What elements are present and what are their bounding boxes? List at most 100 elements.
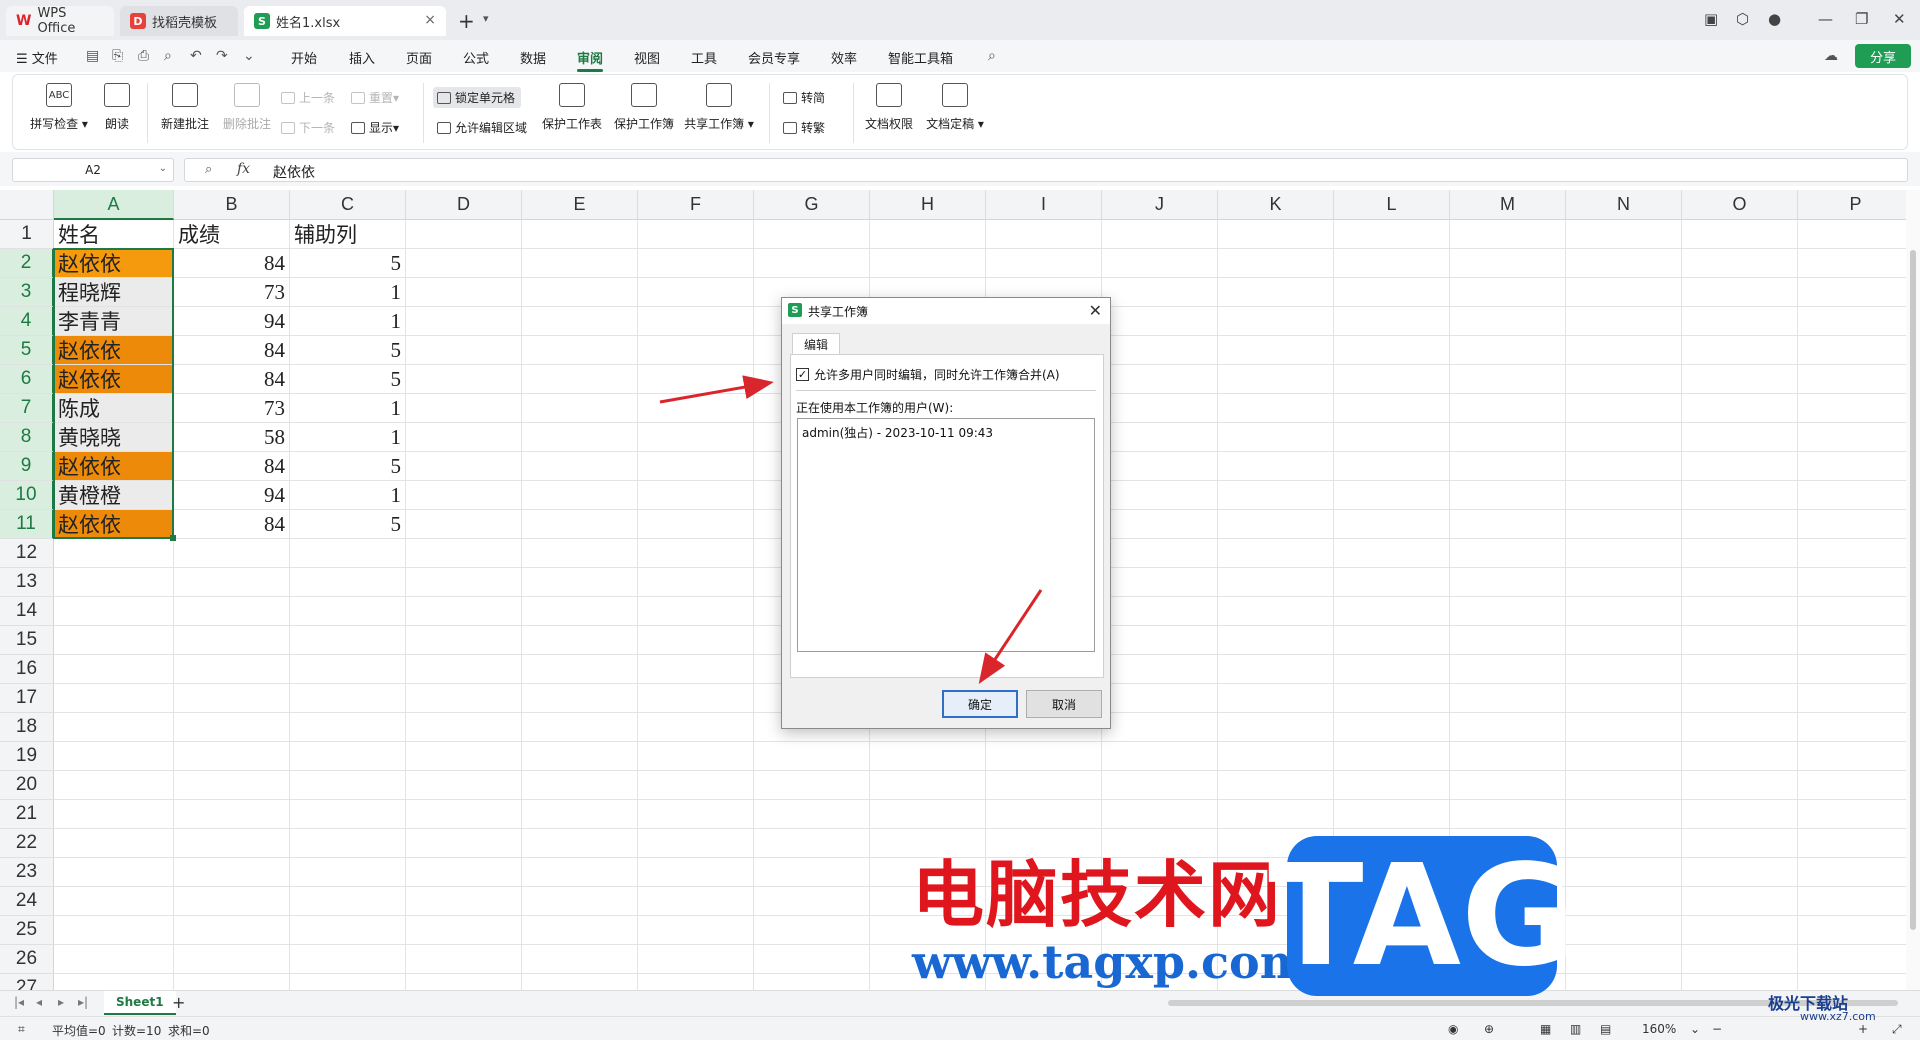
table-cell-aux[interactable]: 5 [290,336,405,364]
column-header-c[interactable]: C [290,190,406,220]
locate-icon[interactable]: ⊕ [1484,1022,1494,1036]
doc-finalize-button[interactable]: 文档定稿 ▾ [923,83,987,132]
row-header-12[interactable]: 12 [0,539,54,568]
table-cell-name[interactable]: 赵依依 [54,365,173,393]
eye-icon[interactable]: ◉ [1448,1022,1458,1036]
row-header-20[interactable]: 20 [0,771,54,800]
column-header-f[interactable]: F [638,190,754,220]
tab-wps-office[interactable]: W WPS Office [6,6,114,36]
vertical-scrollbar[interactable] [1906,190,1920,990]
chevron-down-icon[interactable]: ▾ [483,12,489,25]
table-cell-aux[interactable]: 5 [290,365,405,393]
column-header-l[interactable]: L [1334,190,1450,220]
row-header-13[interactable]: 13 [0,568,54,597]
row-header-18[interactable]: 18 [0,713,54,742]
next-sheet-icon[interactable]: ▸ [58,995,64,1009]
menu-member[interactable]: 会员专享 [748,48,800,67]
table-cell-score[interactable]: 84 [174,336,289,364]
table-cell-aux[interactable]: 5 [290,510,405,538]
cloud-icon[interactable]: ☁ [1824,48,1838,64]
table-cell-aux[interactable]: 5 [290,249,405,277]
row-header-2[interactable]: 2 [0,249,54,278]
first-sheet-icon[interactable]: |◂ [14,995,24,1009]
column-header-o[interactable]: O [1682,190,1798,220]
checkbox-checked-icon[interactable]: ✓ [796,368,809,381]
column-header-n[interactable]: N [1566,190,1682,220]
table-cell-score[interactable]: 84 [174,452,289,480]
row-header-7[interactable]: 7 [0,394,54,423]
menu-data[interactable]: 数据 [520,48,546,67]
layout-icon[interactable]: ▣ [1704,10,1718,28]
close-window-icon[interactable]: ✕ [1893,10,1906,28]
row-header-10[interactable]: 10 [0,481,54,510]
table-cell-name[interactable]: 李青青 [54,307,173,335]
table-cell-name[interactable]: 黄橙橙 [54,481,173,509]
protect-workbook-button[interactable]: 保护工作簿 [613,83,675,132]
print-icon[interactable]: ⎙ [138,48,149,64]
row-header-1[interactable]: 1 [0,220,54,249]
table-cell-aux[interactable]: 1 [290,307,405,335]
lock-cell-button[interactable]: 锁定单元格 [433,87,522,108]
table-cell-name[interactable]: 赵依依 [54,452,173,480]
table-cell-score[interactable]: 73 [174,394,289,422]
print-preview-icon[interactable]: ⌕ [164,48,172,64]
row-header-11[interactable]: 11 [0,510,54,539]
users-list[interactable]: admin(独占) - 2023-10-11 09:43 [797,418,1095,652]
table-cell-score[interactable]: 94 [174,307,289,335]
chevron-down-icon[interactable]: ⌄ [159,163,167,174]
table-cell-name[interactable]: 赵依依 [54,249,173,277]
new-tab-button[interactable]: + [458,9,475,33]
row-header-17[interactable]: 17 [0,684,54,713]
allow-edit-range-button[interactable]: 允许编辑区域 [437,119,527,136]
to-simplified-button[interactable]: 转简 [783,89,825,106]
tab-file[interactable]: S 姓名1.xlsx × [244,6,446,36]
menu-view[interactable]: 视图 [634,48,660,67]
menu-smart-toolbox[interactable]: 智能工具箱 [888,48,953,67]
table-cell-score[interactable]: 58 [174,423,289,451]
column-header-g[interactable]: G [754,190,870,220]
menu-home[interactable]: 开始 [291,48,317,67]
zoom-level[interactable]: 160% [1642,1022,1676,1036]
export-icon[interactable]: ⎘ [112,48,123,64]
show-comment-button[interactable]: 显示 ▾ [351,119,399,136]
header-cell[interactable]: 辅助列 [290,220,405,248]
column-header-d[interactable]: D [406,190,522,220]
protect-sheet-button[interactable]: 保护工作表 [541,83,603,132]
row-header-19[interactable]: 19 [0,742,54,771]
prev-comment-button[interactable]: 上一条 [281,89,335,106]
column-header-m[interactable]: M [1450,190,1566,220]
table-cell-score[interactable]: 73 [174,278,289,306]
row-header-25[interactable]: 25 [0,916,54,945]
allow-multi-user-checkbox[interactable]: ✓ 允许多用户同时编辑，同时允许工作簿合并(A) [796,366,1060,383]
to-traditional-button[interactable]: 转繁 [783,119,825,136]
last-sheet-icon[interactable]: ▸| [78,995,88,1009]
page-layout-icon[interactable]: ▥ [1570,1022,1581,1036]
table-cell-aux[interactable]: 1 [290,423,405,451]
menu-page[interactable]: 页面 [406,48,432,67]
row-header-26[interactable]: 26 [0,945,54,974]
formula-input[interactable]: ⌕ fx 赵依依 [184,158,1908,182]
column-header-p[interactable]: P [1798,190,1906,220]
redo-icon[interactable]: ↷ [216,48,228,64]
table-cell-score[interactable]: 84 [174,365,289,393]
column-header-b[interactable]: B [174,190,290,220]
table-cell-score[interactable]: 94 [174,481,289,509]
tab-edit[interactable]: 编辑 [792,333,840,355]
share-workbook-button[interactable]: 共享工作簿 ▾ [683,83,755,132]
table-cell-name[interactable]: 赵依依 [54,336,173,364]
row-header-22[interactable]: 22 [0,829,54,858]
table-cell-aux[interactable]: 1 [290,394,405,422]
table-cell-aux[interactable]: 5 [290,452,405,480]
row-header-23[interactable]: 23 [0,858,54,887]
normal-view-icon[interactable]: ▦ [1540,1022,1551,1036]
save-icon[interactable]: ▤ [86,48,99,64]
new-comment-button[interactable]: 新建批注 [157,83,213,132]
header-cell[interactable]: 成绩 [174,220,289,248]
fx-icon[interactable]: fx [237,161,250,177]
column-header-i[interactable]: I [986,190,1102,220]
row-header-16[interactable]: 16 [0,655,54,684]
quick-access-chevron-icon[interactable]: ⌄ [243,48,255,64]
search-icon[interactable]: ⌕ [988,48,996,64]
row-header-5[interactable]: 5 [0,336,54,365]
column-header-e[interactable]: E [522,190,638,220]
